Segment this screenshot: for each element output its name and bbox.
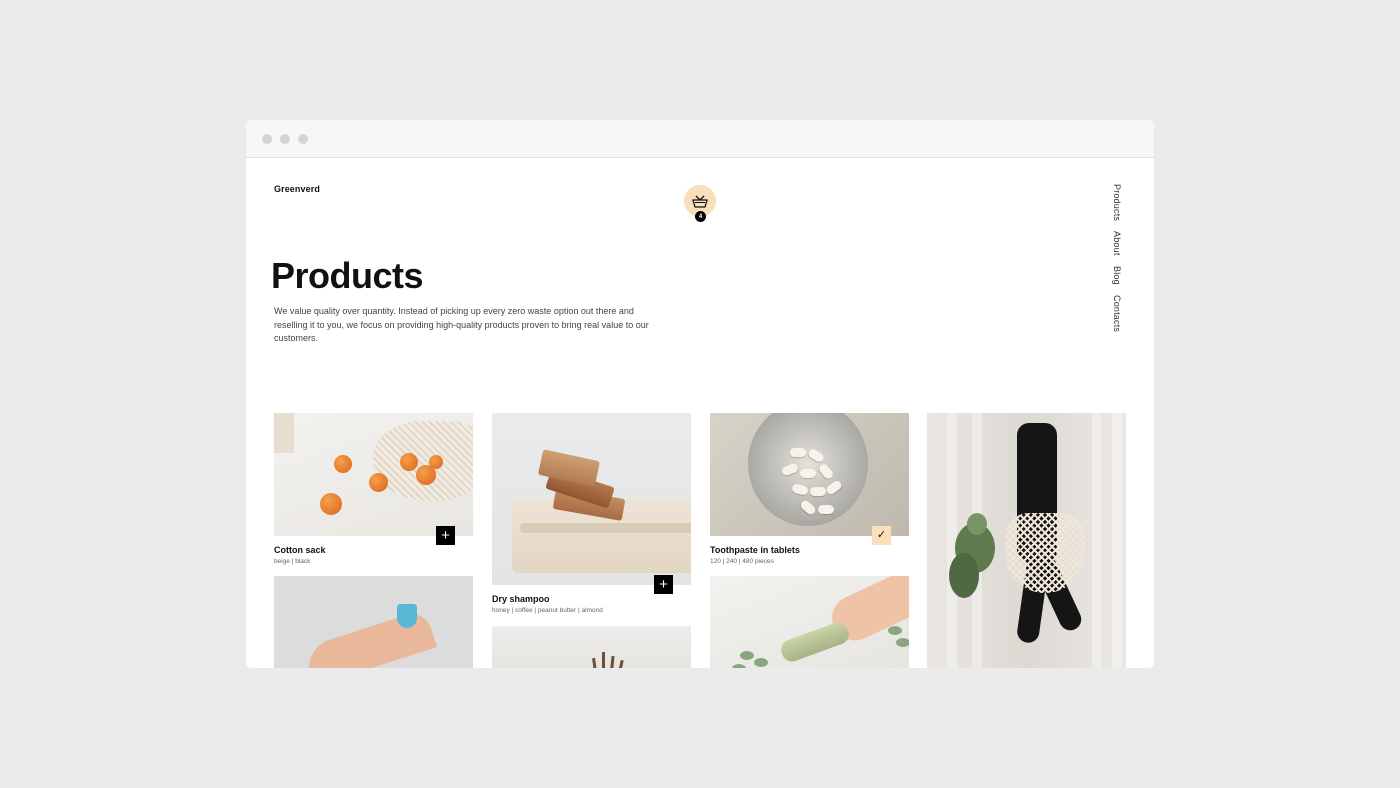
browser-titlebar [246, 120, 1154, 158]
product-variants: beige | black [274, 558, 311, 565]
product-card-toothpaste[interactable]: ✓ Toothpaste in tablets 120 | 240 | 480 … [710, 413, 909, 565]
product-variants: honey | coffee | peanut butter | almond [492, 607, 603, 614]
product-title[interactable]: Toothpaste in tablets [710, 545, 909, 555]
product-image-lifestyle[interactable] [927, 413, 1126, 668]
product-variants: 120 | 240 | 480 pieces [710, 558, 774, 565]
nav-item-about[interactable]: About [1112, 231, 1122, 256]
nav-item-contacts[interactable]: Contacts [1112, 295, 1122, 332]
cart-button[interactable]: 4 [684, 185, 716, 222]
brand-logo[interactable]: Greenverd [274, 184, 320, 194]
cart-count-badge: 4 [695, 211, 706, 222]
product-card-dry-shampoo[interactable]: + Dry shampoo honey | coffee | peanut bu… [492, 413, 691, 614]
product-card-cotton-sack[interactable]: + Cotton sack beige | black [274, 413, 473, 565]
nav-item-products[interactable]: Products [1112, 184, 1122, 221]
page-content: Greenverd 4 Products About Blog Contacts… [246, 158, 1154, 668]
window-dot-close[interactable] [262, 133, 272, 144]
product-card-roller[interactable] [710, 576, 909, 668]
add-to-cart-button[interactable]: + [654, 575, 673, 594]
product-title[interactable]: Dry shampoo [492, 594, 691, 604]
window-dot-maximize[interactable] [298, 133, 308, 144]
window-dot-minimize[interactable] [280, 133, 290, 144]
product-image-roller[interactable] [710, 576, 909, 668]
product-image-cup[interactable] [274, 576, 473, 668]
product-card-lifestyle[interactable] [927, 413, 1126, 668]
basket-icon [692, 195, 708, 208]
product-card-cup[interactable] [274, 576, 473, 668]
product-image-toothbrushes[interactable] [492, 626, 691, 668]
nav-item-blog[interactable]: Blog [1112, 266, 1122, 285]
product-image-cotton-sack[interactable] [274, 413, 473, 536]
product-card-toothbrushes[interactable] [492, 626, 691, 668]
product-image-dry-shampoo[interactable] [492, 413, 691, 585]
intro-text: We value quality over quantity. Instead … [274, 306, 649, 343]
product-title[interactable]: Cotton sack [274, 545, 473, 555]
product-image-toothpaste[interactable] [710, 413, 909, 536]
page-title: Products [271, 255, 424, 296]
browser-window: Greenverd 4 Products About Blog Contacts… [246, 120, 1154, 668]
added-checkmark-button[interactable]: ✓ [872, 526, 891, 545]
add-to-cart-button[interactable]: + [436, 526, 455, 545]
